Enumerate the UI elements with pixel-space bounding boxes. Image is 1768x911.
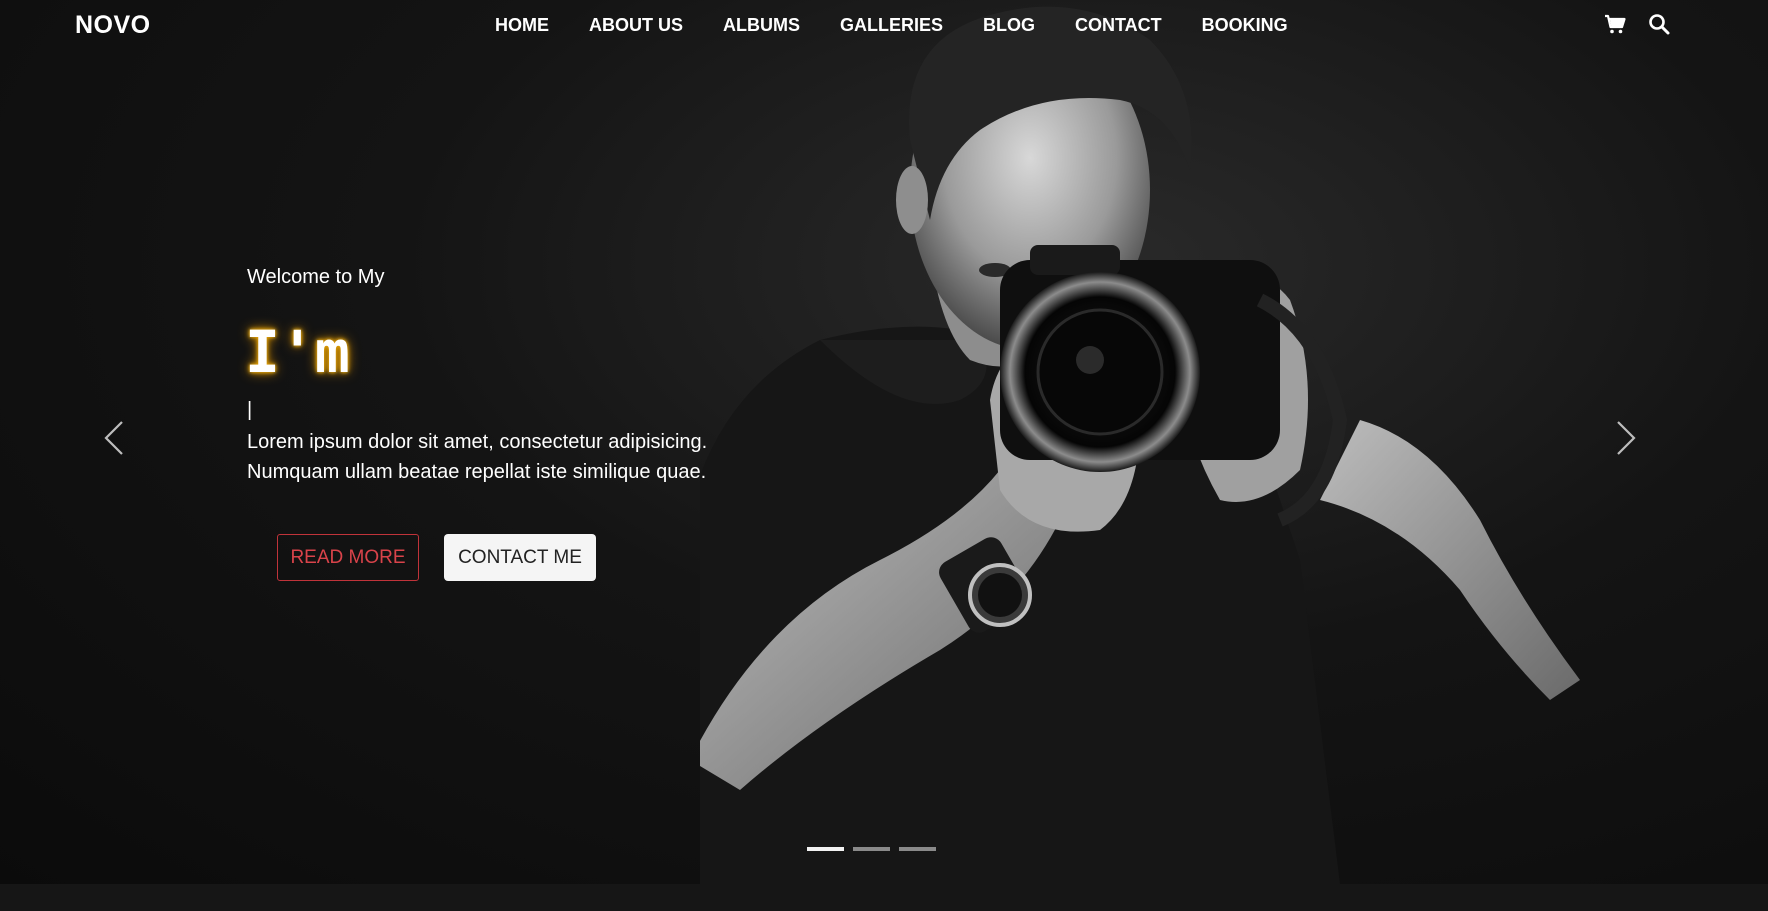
hero-headline: I'm [245, 318, 350, 386]
hero-description-line-2: Numquam ullam beatae repellat iste simil… [247, 461, 707, 483]
brand-logo[interactable]: NOVO [75, 11, 151, 40]
photographer-image [700, 6, 1580, 884]
carousel-indicator-2[interactable] [853, 847, 890, 851]
bottom-strip [0, 884, 1768, 911]
typing-cursor: | [247, 399, 253, 421]
hero-description: Lorem ipsum dolor sit amet, consectetur … [247, 427, 767, 487]
hero-description-line-1: Lorem ipsum dolor sit amet, consectetur … [247, 431, 708, 453]
read-more-button[interactable]: READ MORE [277, 534, 419, 581]
nav-link-home[interactable]: HOME [495, 15, 549, 36]
nav-link-albums[interactable]: ALBUMS [723, 15, 800, 36]
nav-link-contact[interactable]: CONTACT [1075, 15, 1162, 36]
main-nav: HOME ABOUT US ALBUMS GALLERIES BLOG CONT… [495, 15, 1288, 36]
cart-icon[interactable] [1603, 12, 1627, 36]
nav-link-galleries[interactable]: GALLERIES [840, 15, 943, 36]
carousel-indicator-1[interactable] [807, 847, 844, 851]
carousel-indicators [807, 847, 936, 851]
nav-link-about-us[interactable]: ABOUT US [589, 15, 683, 36]
carousel-next-arrow-icon[interactable] [1614, 418, 1638, 458]
nav-link-booking[interactable]: BOOKING [1202, 15, 1288, 36]
nav-icons [1603, 12, 1671, 36]
carousel-indicator-3[interactable] [899, 847, 936, 851]
navbar: NOVO HOME ABOUT US ALBUMS GALLERIES BLOG… [0, 0, 1768, 52]
contact-me-button[interactable]: CONTACT ME [444, 534, 596, 581]
carousel-prev-arrow-icon[interactable] [102, 418, 126, 458]
nav-link-blog[interactable]: BLOG [983, 15, 1035, 36]
search-icon[interactable] [1647, 12, 1671, 36]
hero-welcome-text: Welcome to My [247, 266, 385, 288]
